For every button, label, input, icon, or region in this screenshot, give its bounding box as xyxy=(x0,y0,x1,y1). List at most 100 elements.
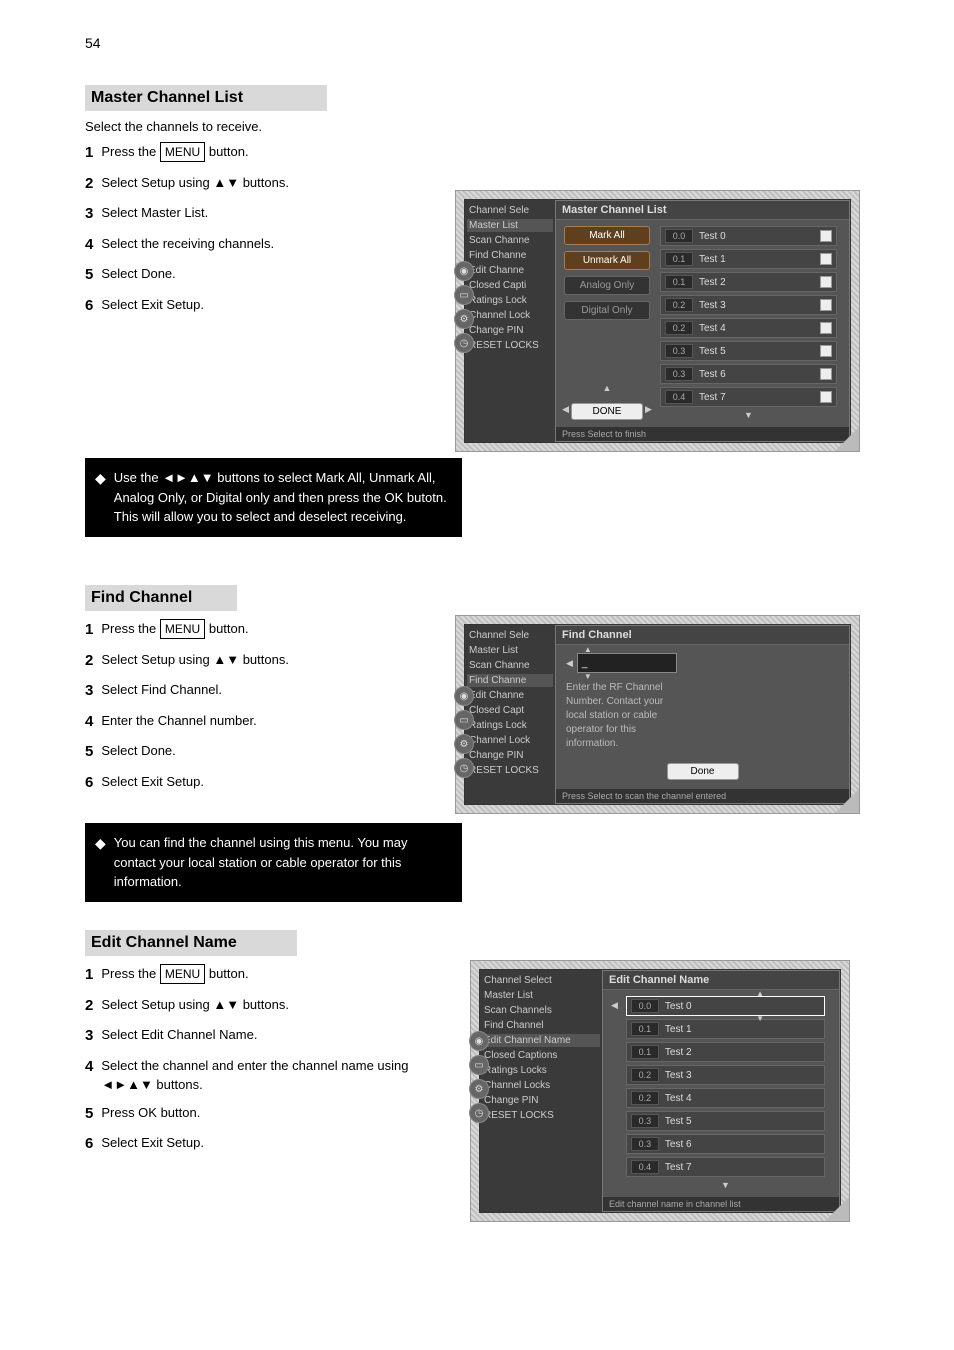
down-arrow-icon: ▼ xyxy=(626,1180,825,1190)
list-item[interactable]: 0.3Test 5 xyxy=(626,1111,825,1131)
chan-name: Test 6 xyxy=(665,1139,820,1150)
sidebar-item[interactable]: Channel Sele xyxy=(467,204,553,217)
sidebar-item[interactable]: Edit Channe xyxy=(467,264,553,277)
list-item[interactable]: 0.2Test 4 xyxy=(626,1088,825,1108)
bullet-icon: ◆ xyxy=(95,468,106,527)
step-text: Press the xyxy=(101,966,160,981)
menu-sidebar: Channel Sele Master List Scan Channe Fin… xyxy=(465,625,555,804)
checkbox[interactable] xyxy=(820,299,832,311)
step-text: button. xyxy=(209,966,249,981)
step-body: Select the channel and enter the channel… xyxy=(101,1056,445,1095)
list-item[interactable]: 0.2Test 4 xyxy=(660,318,837,338)
channel-number-input[interactable]: _ ▲ ▼ xyxy=(577,653,677,673)
list-item[interactable]: 0.0Test 0 xyxy=(660,226,837,246)
step-body: Select Edit Channel Name. xyxy=(101,1025,445,1048)
sidebar-item[interactable]: Edit Channe xyxy=(467,689,553,702)
list-item[interactable]: 0.2Test 3 xyxy=(660,295,837,315)
sidebar-item[interactable]: Scan Channels xyxy=(482,1004,600,1017)
checkbox[interactable] xyxy=(820,345,832,357)
sidebar-item-edit-channel-name[interactable]: Edit Channel Name xyxy=(482,1034,600,1047)
sidebar-item[interactable]: Master List xyxy=(482,989,600,1002)
chan-name: Test 2 xyxy=(699,277,814,288)
sidebar-item[interactable]: Closed Capt xyxy=(467,704,553,717)
sidebar-item[interactable]: Ratings Lock xyxy=(467,719,553,732)
sidebar-item[interactable]: Channel Sele xyxy=(467,629,553,642)
step-body: Enter the Channel number. xyxy=(101,711,445,734)
step-text: Press the xyxy=(101,621,160,636)
step-num: 3 xyxy=(85,1025,93,1048)
digital-only-button[interactable]: Digital Only xyxy=(564,301,650,320)
sidebar-item[interactable]: Channel Lock xyxy=(467,309,553,322)
step-num: 6 xyxy=(85,295,93,318)
checkbox[interactable] xyxy=(820,276,832,288)
step-body: Select Exit Setup. xyxy=(101,295,445,318)
sidebar-clock-icon: ◷ xyxy=(454,758,474,778)
sidebar-item[interactable]: Find Channe xyxy=(467,249,553,262)
sidebar-item[interactable]: Closed Captions xyxy=(482,1049,600,1062)
list-item[interactable]: 0.4Test 7 xyxy=(626,1157,825,1177)
sidebar-item[interactable]: RESET LOCKS xyxy=(467,764,553,777)
list-item[interactable]: 0.4Test 7 xyxy=(660,387,837,407)
channel-list: ▲ 0.0 Test 0 ▼ 0.1Test 1 0.1Test 2 0.2Te… xyxy=(626,996,831,1190)
sidebar-item[interactable]: Channel Lock xyxy=(467,734,553,747)
sidebar-item[interactable]: Master List xyxy=(467,644,553,657)
sidebar-gear-icon: ⚙ xyxy=(469,1079,489,1099)
sidebar-item-master-list[interactable]: Master List xyxy=(467,219,553,232)
channel-list: 0.0Test 0 0.1Test 1 0.1Test 2 0.2Test 3 … xyxy=(660,226,843,420)
checkbox[interactable] xyxy=(820,391,832,403)
chan-num: 0.3 xyxy=(631,1114,659,1128)
checkbox[interactable] xyxy=(820,230,832,242)
menu-sidebar: Channel Select Master List Scan Channels… xyxy=(480,970,602,1212)
step-body: Press the MENU button. xyxy=(101,964,445,987)
down-arrow-icon: ▼ xyxy=(756,1014,764,1023)
checkbox[interactable] xyxy=(820,368,832,380)
sidebar-item[interactable]: Change PIN xyxy=(467,324,553,337)
step-num: 4 xyxy=(85,234,93,257)
list-item[interactable]: 0.3Test 6 xyxy=(626,1134,825,1154)
done-button[interactable]: DONE xyxy=(571,403,643,420)
sidebar-disc-icon: ◉ xyxy=(469,1031,489,1051)
analog-only-button[interactable]: Analog Only xyxy=(564,276,650,295)
step-body: Press the MENU button. xyxy=(101,619,445,642)
menu-sidebar: Channel Sele Master List Scan Channe Fin… xyxy=(465,200,555,442)
edit-channel-screenshot: ◉ ▭ ⚙ ◷ Channel Select Master List Scan … xyxy=(470,960,850,1222)
list-item[interactable]: 0.1Test 1 xyxy=(660,249,837,269)
section-master-para: Select the channels to receive. xyxy=(85,119,445,134)
sidebar-item[interactable]: Channel Locks xyxy=(482,1079,600,1092)
list-item[interactable]: 0.1Test 2 xyxy=(626,1042,825,1062)
step-body: Press OK button. xyxy=(101,1103,445,1126)
left-arrow-icon: ◀ xyxy=(562,404,569,415)
sidebar-item[interactable]: RESET LOCKS xyxy=(482,1109,600,1122)
sidebar-item[interactable]: Channel Select xyxy=(482,974,600,987)
sidebar-item[interactable]: Closed Capti xyxy=(467,279,553,292)
list-item[interactable]: 0.3Test 6 xyxy=(660,364,837,384)
checkbox[interactable] xyxy=(820,253,832,265)
sidebar-item[interactable]: Change PIN xyxy=(482,1094,600,1107)
list-item[interactable]: 0.3Test 5 xyxy=(660,341,837,361)
step-num: 4 xyxy=(85,1056,93,1095)
sidebar-item[interactable]: Ratings Lock xyxy=(467,294,553,307)
sidebar-item[interactable]: Find Channel xyxy=(482,1019,600,1032)
list-item[interactable]: 0.1Test 1 xyxy=(626,1019,825,1039)
menu-key: MENU xyxy=(160,964,205,984)
unmark-all-button[interactable]: Unmark All xyxy=(564,251,650,270)
note-text: You can find the channel using this menu… xyxy=(114,833,450,892)
sidebar-item[interactable]: Scan Channe xyxy=(467,659,553,672)
sidebar-item-find-channel[interactable]: Find Channe xyxy=(467,674,553,687)
mark-all-button[interactable]: Mark All xyxy=(564,226,650,245)
chan-name: Test 5 xyxy=(699,346,814,357)
list-item[interactable]: 0.2Test 3 xyxy=(626,1065,825,1085)
sidebar-item[interactable]: Ratings Locks xyxy=(482,1064,600,1077)
list-item[interactable]: 0.1Test 2 xyxy=(660,272,837,292)
chan-num: 0.2 xyxy=(631,1068,659,1082)
panel-hint: Press Select to scan the channel entered xyxy=(556,788,849,803)
sidebar-item[interactable]: Change PIN xyxy=(467,749,553,762)
step-num: 3 xyxy=(85,203,93,226)
chan-num: 0.4 xyxy=(631,1160,659,1174)
bullet-icon: ◆ xyxy=(95,833,106,892)
sidebar-item[interactable]: RESET LOCKS xyxy=(467,339,553,352)
list-item[interactable]: ▲ 0.0 Test 0 ▼ xyxy=(626,996,825,1016)
checkbox[interactable] xyxy=(820,322,832,334)
sidebar-item[interactable]: Scan Channe xyxy=(467,234,553,247)
done-button[interactable]: Done xyxy=(667,763,739,780)
